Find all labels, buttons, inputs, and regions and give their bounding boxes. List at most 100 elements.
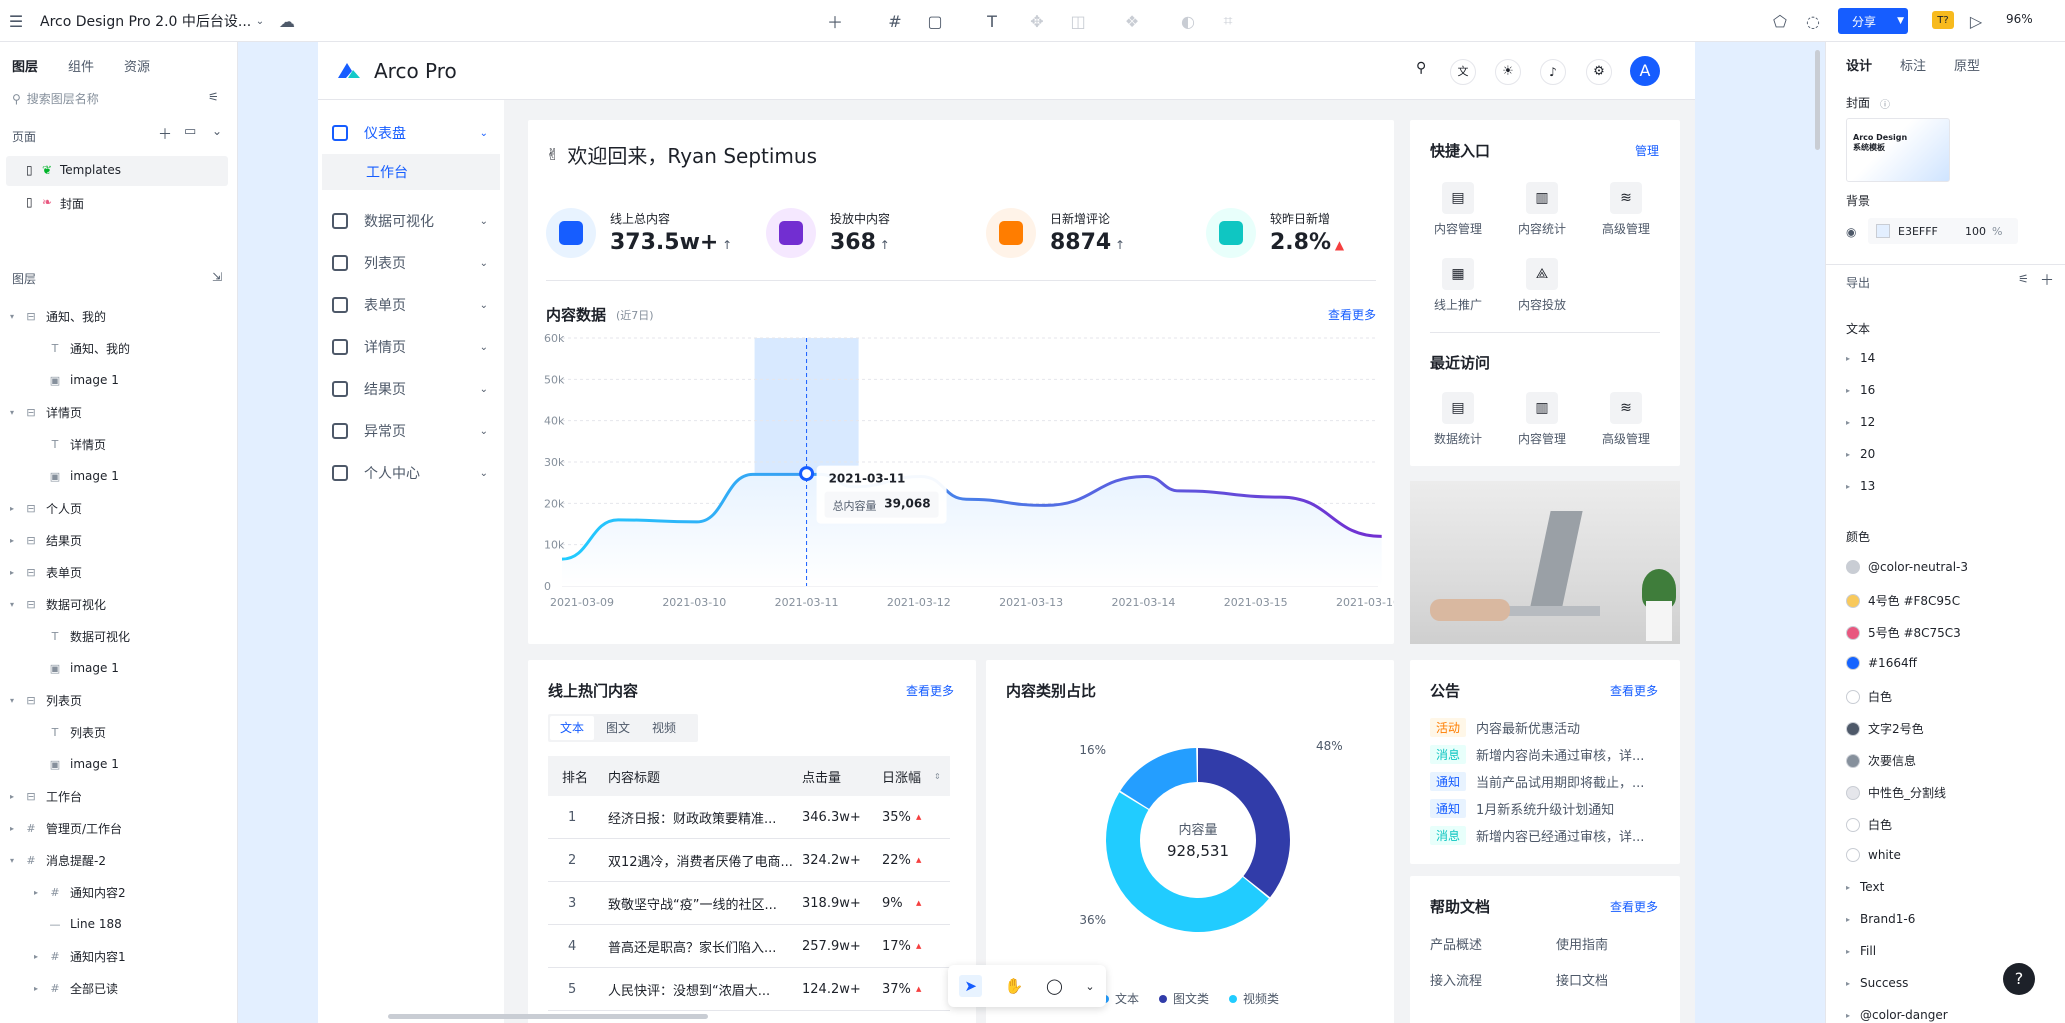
layer-row[interactable]: — Line 188 bbox=[34, 908, 228, 940]
dashboard-artboard[interactable]: Arco Pro ⚲ 文 ☀ ♪ ⚙ A 仪表盘 ⌄ 工作台 数据可视化 ⌄ 列表页 ⌄ 表单… bbox=[318, 42, 1695, 1023]
notice-item[interactable]: 活动 内容最新优惠活动 bbox=[1430, 718, 1665, 737]
add-page-icon[interactable]: ＋ bbox=[158, 124, 172, 144]
layer-row[interactable]: ▸ # 全部已读 bbox=[34, 972, 228, 1004]
bg-hex[interactable]: E3EFFF bbox=[1898, 225, 1938, 238]
plugin-icon[interactable]: ⬠ bbox=[1770, 11, 1790, 31]
boolean-icon[interactable]: ◫ bbox=[1068, 11, 1088, 31]
hand-icon[interactable]: ✋ bbox=[1005, 977, 1024, 995]
page-item-cover[interactable]: ▯ ❧ 封面 bbox=[6, 188, 228, 218]
layer-search[interactable]: ⚲ 搜索图层名称 bbox=[12, 90, 99, 107]
quick-manage-link[interactable]: 管理 bbox=[1635, 142, 1659, 159]
tab-image-text[interactable]: 图文 bbox=[596, 716, 640, 740]
quick-entry-item[interactable]: ⟁ 内容投放 bbox=[1500, 258, 1584, 313]
nav-item-workbench[interactable]: 工作台 bbox=[322, 154, 500, 190]
donut-slice[interactable] bbox=[1120, 748, 1197, 809]
style-group[interactable]: ▸ Fill bbox=[1846, 944, 1876, 958]
donut-slice[interactable] bbox=[1106, 792, 1269, 932]
col-rise[interactable]: 日涨幅 bbox=[882, 767, 921, 786]
table-row[interactable]: 1 经济日报：财政政策要精准... 346.3w+ 35% ▲ bbox=[548, 796, 950, 839]
caret-right-icon[interactable]: ▸ bbox=[10, 504, 18, 513]
style-group[interactable]: ▸ Success bbox=[1846, 976, 1908, 990]
caret-down-icon[interactable]: ▾ bbox=[10, 408, 18, 417]
nav-item[interactable]: 表单页 ⌄ bbox=[318, 284, 504, 326]
tab-components[interactable]: 组件 bbox=[68, 56, 94, 75]
vertical-scrollbar[interactable] bbox=[1815, 50, 1820, 150]
text-style-item[interactable]: ▸ 20 bbox=[1846, 447, 1875, 461]
caret-right-icon[interactable]: ▸ bbox=[10, 568, 18, 577]
hover-point[interactable] bbox=[799, 466, 815, 482]
file-title[interactable]: Arco Design Pro 2.0 中后台设... bbox=[40, 11, 251, 31]
sort-icon[interactable]: ⇕ bbox=[934, 772, 941, 781]
color-style-item[interactable]: 5号色 #8C75C3 bbox=[1846, 624, 1961, 641]
bg-opacity[interactable]: 100 bbox=[1965, 225, 1986, 238]
horizontal-scrollbar[interactable] bbox=[388, 1014, 708, 1019]
color-style-item[interactable]: 中性色_分割线 bbox=[1846, 784, 1946, 801]
legend-item[interactable]: 视频类 bbox=[1229, 990, 1279, 1007]
notice-item[interactable]: 消息 新增内容尚未通过审核，详... bbox=[1430, 745, 1665, 764]
layer-row[interactable]: T 通知、我的 bbox=[34, 332, 228, 364]
notice-item[interactable]: 通知 1月新系统升级计划通知 bbox=[1430, 799, 1665, 818]
popular-more-link[interactable]: 查看更多 bbox=[906, 682, 954, 699]
caret-right-icon[interactable]: ▸ bbox=[10, 792, 18, 801]
notice-item[interactable]: 通知 当前产品试用期即将截止，... bbox=[1430, 772, 1665, 791]
bell-icon[interactable]: ♪ bbox=[1540, 59, 1566, 85]
docs-more-link[interactable]: 查看更多 bbox=[1610, 898, 1658, 915]
layer-row[interactable]: T 列表页 bbox=[34, 716, 228, 748]
text-style-item[interactable]: ▸ 12 bbox=[1846, 415, 1875, 429]
color-style-item[interactable]: @color-neutral-3 bbox=[1846, 560, 1968, 574]
table-row[interactable]: 2 双12遇冷，消费者厌倦了电商... 324.2w+ 22% ▲ bbox=[548, 839, 950, 882]
filter-icon[interactable]: ⚟ bbox=[208, 90, 219, 104]
cover-thumbnail[interactable]: Arco Design 系统模板 bbox=[1846, 118, 1950, 182]
collapse-icon[interactable]: ⌄ bbox=[212, 124, 222, 138]
layer-row[interactable]: ▾ # 消息提醒-2 bbox=[10, 844, 228, 876]
text-tool-icon[interactable]: T bbox=[982, 11, 1002, 31]
doc-link[interactable]: 接入流程 bbox=[1430, 970, 1482, 989]
color-style-item[interactable]: 文字2号色 bbox=[1846, 720, 1924, 737]
nav-item[interactable]: 详情页 ⌄ bbox=[318, 326, 504, 368]
notice-item[interactable]: 消息 新增内容已经通过审核，详... bbox=[1430, 826, 1665, 845]
content-line-chart[interactable]: 0 10k 20k 30k 40k 50k 60k 2021-03-09 2021-03-10 2… bbox=[528, 330, 1394, 630]
color-style-item[interactable]: 次要信息 bbox=[1846, 752, 1916, 769]
collapse-all-icon[interactable]: ⇲ bbox=[212, 270, 222, 284]
export-settings-icon[interactable]: ⚟ bbox=[2018, 272, 2029, 286]
layer-row[interactable]: ▣ image 1 bbox=[34, 652, 228, 684]
nav-item[interactable]: 结果页 ⌄ bbox=[318, 368, 504, 410]
layer-row[interactable]: ▸ # 通知内容2 bbox=[34, 876, 228, 908]
caret-down-icon[interactable]: ▾ bbox=[10, 600, 18, 609]
tab-layers[interactable]: 图层 bbox=[12, 56, 38, 75]
doc-link[interactable]: 接口文档 bbox=[1556, 970, 1608, 989]
expand-icon[interactable]: ⌄ bbox=[1085, 980, 1094, 993]
chart-more-link[interactable]: 查看更多 bbox=[1328, 306, 1376, 323]
mask-icon[interactable]: ◐ bbox=[1178, 11, 1198, 31]
caret-right-icon[interactable]: ▸ bbox=[34, 952, 42, 961]
layer-row[interactable]: ▣ image 1 bbox=[34, 364, 228, 396]
gear-icon[interactable]: ⚙ bbox=[1586, 59, 1612, 85]
move-icon[interactable]: ✥ bbox=[1027, 11, 1047, 31]
language-icon[interactable]: 文 bbox=[1450, 59, 1476, 85]
recent-item[interactable]: ▥ 内容管理 bbox=[1500, 392, 1584, 447]
nav-item[interactable]: 异常页 ⌄ bbox=[318, 410, 504, 452]
tab-text[interactable]: 文本 bbox=[550, 716, 594, 740]
avatar[interactable]: A bbox=[1630, 56, 1660, 86]
tab-prototype[interactable]: 原型 bbox=[1954, 55, 1980, 74]
nav-item[interactable]: 列表页 ⌄ bbox=[318, 242, 504, 284]
rectangle-icon[interactable]: ▢ bbox=[925, 11, 945, 31]
recent-item[interactable]: ▤ 数据统计 bbox=[1416, 392, 1500, 447]
style-group[interactable]: ▸ @color-danger bbox=[1846, 1008, 1948, 1022]
crop-icon[interactable]: ⌗ bbox=[1218, 11, 1238, 31]
layer-row[interactable]: ▸ ⊟ 个人页 bbox=[10, 492, 228, 524]
layer-row[interactable]: ▾ ⊟ 通知、我的 bbox=[10, 300, 228, 332]
theme-icon[interactable]: ☀ bbox=[1495, 59, 1521, 85]
add-icon[interactable]: ＋ bbox=[825, 11, 845, 32]
caret-right-icon[interactable]: ▸ bbox=[10, 824, 18, 833]
quick-entry-item[interactable]: ▥ 内容统计 bbox=[1500, 182, 1584, 237]
table-row[interactable]: 5 人民快评：没想到“浓眉大... 124.2w+ 37% ▲ bbox=[548, 968, 950, 1011]
layer-row[interactable]: ▾ ⊟ 列表页 bbox=[10, 684, 228, 716]
help-button[interactable]: ? bbox=[2003, 963, 2035, 995]
background-color-field[interactable]: E3EFFF 100 % bbox=[1868, 218, 2018, 244]
legend-item[interactable]: 文本 bbox=[1100, 990, 1139, 1007]
table-row[interactable]: 4 普高还是职高？家长们陷入... 257.9w+ 17% ▲ bbox=[548, 925, 950, 968]
doc-link[interactable]: 产品概述 bbox=[1430, 934, 1482, 953]
eye-icon[interactable]: ◉ bbox=[1846, 225, 1856, 239]
add-export-icon[interactable]: ＋ bbox=[2040, 270, 2054, 290]
